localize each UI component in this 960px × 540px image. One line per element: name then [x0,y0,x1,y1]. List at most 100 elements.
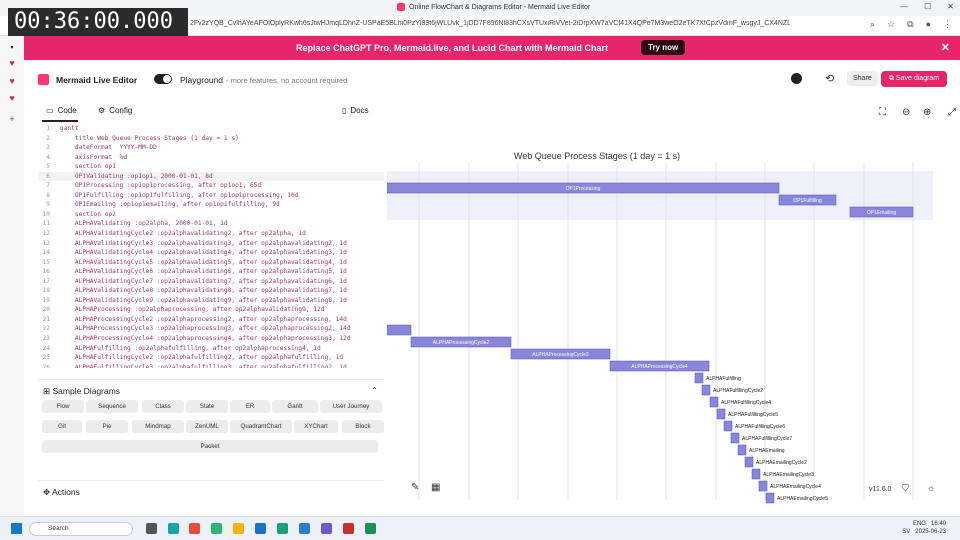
code-line[interactable]: 15 ALPHAValidatingCycle5 :op2alphavalida… [38,258,384,268]
sample-button-er[interactable]: ER [230,400,270,413]
minimize-icon[interactable]: — [900,2,908,11]
code-line[interactable]: 17 ALPHAValidatingCycle7 :op2alphavalida… [38,277,384,287]
version-label: v11.6.0 [869,486,892,493]
code-text: ALPHAValidating :op2alpha, 2000-01-01, 1… [60,220,228,228]
code-line[interactable]: 4 axisFormat %d [38,153,384,163]
code-line[interactable]: 18 ALPHAValidatingCycle8 :op2alphavalida… [38,286,384,296]
github-icon[interactable] [791,73,802,84]
app-icon-3[interactable] [365,523,376,534]
sample-button-zenuml[interactable]: ZenUML [186,420,228,433]
code-line[interactable]: 9 OP1Emailing :op1op1emailing, after op1… [38,200,384,210]
code-line[interactable]: 5 section op1 [38,162,384,172]
outlook-icon[interactable] [255,523,266,534]
sample-button-packet[interactable]: Packet [42,440,378,453]
code-line[interactable]: 25 ALPHAFulfillingCycle2 :op2alphafulfil… [38,353,384,363]
sample-button-state[interactable]: State [186,400,228,413]
gantt-task-label: ALPHAProcessingCycle4 [631,364,688,370]
playground-toggle[interactable] [154,74,172,84]
docs-link[interactable]: ▯ Docs [342,106,369,115]
sample-button-block[interactable]: Block [342,420,384,433]
extensions-icon[interactable]: ⧉ [907,19,913,30]
code-line[interactable]: 14 ALPHAValidatingCycle4 :op2alphavalida… [38,248,384,258]
url-field[interactable]: 2Fv2zYQB_CvlhAYeAFOlOplyRKwh6sJtwHJmqLDh… [190,20,790,32]
windows-start-icon[interactable] [11,523,22,534]
code-line[interactable]: 12 ALPHAValidatingCycle2 :op2alphavalida… [38,229,384,239]
sample-button-gantt[interactable]: Gantt [272,400,318,413]
folder-icon[interactable] [233,523,244,534]
gantt-task-label: ALPHAEmailingCycle3 [763,472,814,478]
mermaid-app-icon-3[interactable]: ♥ [7,93,17,103]
code-line[interactable]: 20 ALPHAProcessing :op2alphaprocessing, … [38,305,384,315]
sample-button-quadrantchart[interactable]: QuadrantChart [230,420,292,433]
star-icon[interactable]: ☆ [887,19,895,30]
bookmark-icon[interactable]: ▪ [7,42,17,52]
code-line[interactable]: 21 ALPHAProcessingCycle2 :op2alphaproces… [38,315,384,325]
save-diagram-button[interactable]: ⧉ Save diagram [881,71,948,87]
code-line[interactable]: 3 dateFormat YYYY-MM-DD [38,143,384,153]
menu-icon[interactable]: ⋮ [943,19,952,30]
editor-panel: ▭ Code ⚙ Config ▯ Docs 1 gantt 2 title Web… [38,100,384,368]
chrome-icon[interactable] [189,523,200,534]
edge-icon[interactable] [277,523,288,534]
code-line[interactable]: 1 gantt [38,124,384,134]
zoom-icon[interactable]: ⌕ [870,19,875,30]
tray-lang[interactable]: ENG 16:40 [902,520,946,528]
sample-button-sequence[interactable]: Sequence [86,400,138,413]
code-line[interactable]: 26 ALPHAFulfillingCycle3 :op2alphafulfil… [38,363,384,368]
code-line[interactable]: 19 ALPHAValidatingCycle9 :op2alphavalida… [38,296,384,306]
code-line[interactable]: 8 OP1Fulfilling :op1op1fulfilling, after… [38,191,384,201]
collapse-icon[interactable]: ⌃ [371,386,378,395]
powerpoint-icon[interactable] [343,523,354,534]
sample-button-class[interactable]: Class [142,400,184,413]
teams-icon[interactable] [321,523,332,534]
theme-icon[interactable]: ☼ [927,483,935,493]
code-line[interactable]: 24 ALPHAFulfilling :op2alphafulfilling, … [38,344,384,354]
share-button[interactable]: Share [847,71,878,86]
code-line[interactable]: 23 ALPHAProcessingCycle4 :op2alphaproces… [38,334,384,344]
code-line[interactable]: 11 ALPHAValidating :op2alpha, 2000-01-01… [38,219,384,229]
tab-code[interactable]: ▭ Code [46,106,77,115]
gantt-bar [709,396,719,408]
try-now-button[interactable]: Try now [641,40,686,55]
tray-lang-date[interactable]: SV 2025-06-23 [902,528,946,536]
code-line[interactable]: 10 section op2 [38,210,384,220]
code-line[interactable]: 7 OP1Processing :op1op1processing, after… [38,181,384,191]
close-window-icon[interactable]: ✕ [947,2,954,11]
sample-button-user-journey[interactable]: User Journey [320,400,382,413]
edit-icon[interactable]: ✎ [411,482,419,493]
code-line[interactable]: 6 OP1Validating :op1op1, 2000-01-01, 8d [38,171,384,182]
vscode-icon[interactable] [299,523,310,534]
maximize-icon[interactable]: ☐ [924,2,931,11]
sample-button-flow[interactable]: Flow [42,400,84,413]
code-text: section op2 [60,210,116,218]
sample-diagrams-title[interactable]: ⊞ Sample Diagrams [43,386,120,397]
tab-config[interactable]: ⚙ Config [98,106,132,115]
code-line[interactable]: 16 ALPHAValidatingCycle6 :op2alphavalida… [38,267,384,277]
close-banner-icon[interactable]: ✕ [941,41,950,54]
gantt-bar [716,408,726,420]
profile-icon[interactable]: ● [926,19,931,30]
taskview-icon[interactable] [146,523,157,534]
code-line[interactable]: 22 ALPHAProcessingCycle3 :op2alphaproces… [38,324,384,334]
actions-title[interactable]: ✥ Actions [43,487,80,498]
history-icon[interactable]: ⟲ [825,72,834,85]
code-line[interactable]: 2 title Web Queue Process Stages (1 day … [38,134,384,144]
add-icon[interactable]: + [7,114,17,124]
shield-icon[interactable]: ⛉ [902,483,909,494]
mermaid-app-icon-2[interactable]: ♥ [7,76,17,86]
browser-tab[interactable]: Online FlowChart & Diagrams Editor - Mer… [397,3,590,11]
line-number: 18 [42,287,50,295]
app-icon-1[interactable] [168,523,179,534]
code-editor[interactable]: 1 gantt 2 title Web Queue Process Stages (… [38,124,384,368]
sample-button-mindmap[interactable]: Mindmap [132,420,184,433]
actions-label: Actions [52,487,80,497]
taskbar-search[interactable]: Search [29,522,133,536]
sample-button-git[interactable]: Git [42,420,82,433]
grid-icon[interactable]: ▦ [431,482,440,493]
sample-button-pie[interactable]: Pie [86,420,128,433]
code-line[interactable]: 13 ALPHAValidatingCycle3 :op2alphavalida… [38,239,384,249]
code-text: OP1Processing :op1op1processing, after o… [60,182,262,190]
sample-button-xychart[interactable]: XYChart [294,420,338,433]
app-icon-2[interactable] [211,523,222,534]
mermaid-app-icon[interactable]: ♥ [7,58,17,68]
